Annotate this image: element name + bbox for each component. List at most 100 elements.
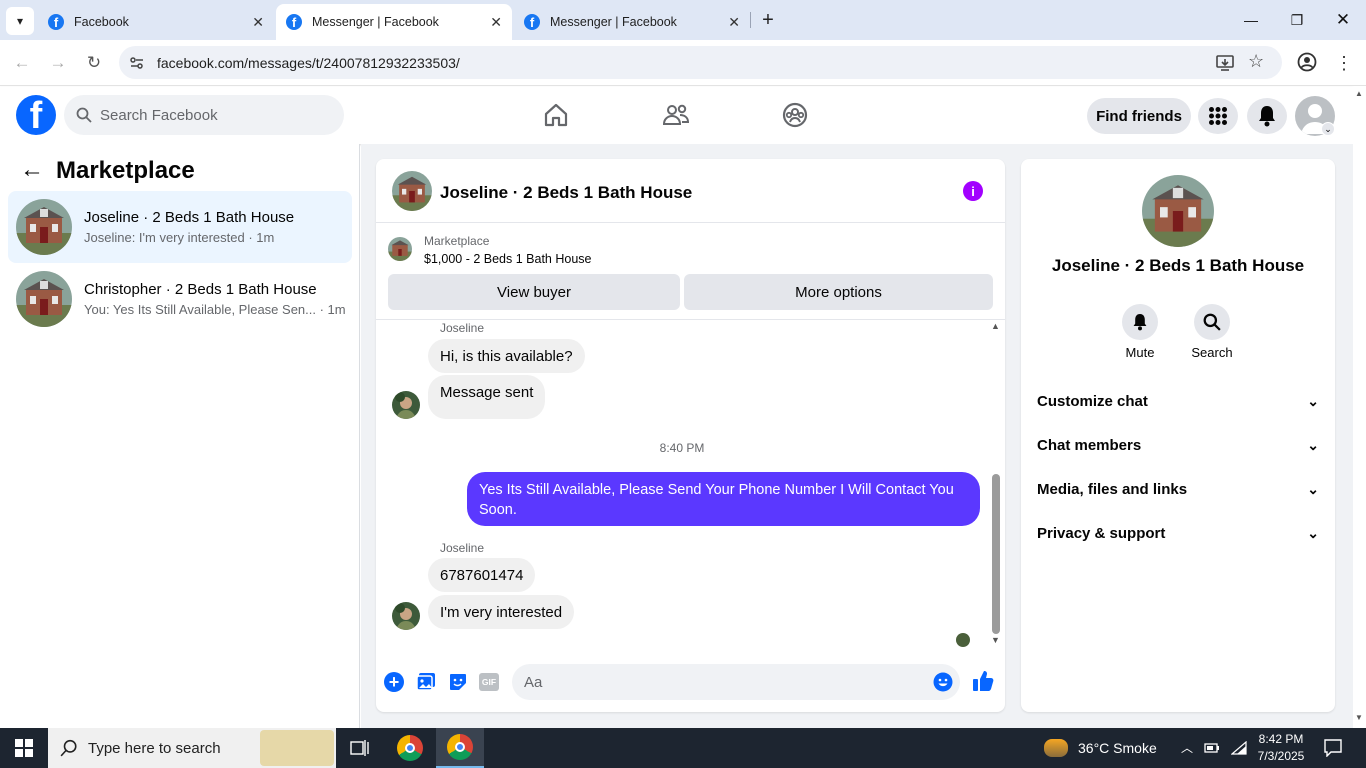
close-window-icon[interactable]: ✕: [1320, 0, 1366, 40]
close-tab-icon[interactable]: ✕: [728, 14, 740, 31]
facebook-search-input[interactable]: Search Facebook: [64, 95, 344, 135]
house-thumbnail: [16, 199, 72, 255]
message-input[interactable]: Aa: [512, 664, 960, 700]
sender-avatar[interactable]: [392, 602, 420, 630]
page-scrollbar[interactable]: ▲ ▼: [1353, 87, 1366, 728]
browser-menu-icon[interactable]: ⋮: [1331, 50, 1357, 76]
battery-icon[interactable]: [1204, 741, 1220, 755]
search-icon: [76, 107, 92, 123]
chat-panel: Joseline · 2 Beds 1 Bath House i Marketp…: [376, 159, 1005, 712]
minimize-icon[interactable]: —: [1228, 0, 1274, 40]
address-bar[interactable]: facebook.com/messages/t/2400781293223350…: [119, 46, 1282, 79]
notification-center-icon[interactable]: [1324, 739, 1342, 757]
find-friends-button[interactable]: Find friends: [1087, 98, 1191, 134]
listing-price[interactable]: $1,000 - 2 Beds 1 Bath House: [424, 252, 591, 266]
show-hidden-icons-icon[interactable]: ︿: [1181, 739, 1193, 756]
close-tab-icon[interactable]: ✕: [252, 14, 264, 31]
chrome-taskbar-icon-active[interactable]: [436, 728, 484, 768]
scroll-thumb[interactable]: [992, 474, 1000, 634]
section-label: Chat members: [1037, 436, 1142, 454]
forward-icon[interactable]: →: [45, 50, 71, 76]
view-buyer-button[interactable]: View buyer: [388, 274, 680, 310]
close-tab-icon[interactable]: ✕: [490, 14, 502, 31]
groups-icon[interactable]: [781, 101, 809, 129]
chat-title[interactable]: Joseline · 2 Beds 1 Bath House: [440, 183, 692, 203]
mute-label: Mute: [1125, 345, 1155, 360]
notifications-button[interactable]: [1247, 98, 1287, 134]
chat-header: Joseline · 2 Beds 1 Bath House i: [376, 159, 1005, 223]
media-files-links-item[interactable]: Media, files and links ⌄: [1037, 467, 1319, 511]
add-attachment-icon[interactable]: +: [384, 672, 404, 692]
account-chevron-icon[interactable]: ⌄: [1321, 122, 1335, 136]
browser-tab-messenger-active[interactable]: f Messenger | Facebook ✕: [276, 4, 512, 40]
wifi-icon[interactable]: [1231, 741, 1247, 755]
chevron-down-icon: ⌄: [1307, 524, 1319, 541]
taskbar-search-input[interactable]: Type here to search: [48, 728, 336, 768]
tab-title: Messenger | Facebook: [550, 15, 677, 29]
chrome-taskbar-icon[interactable]: [386, 728, 434, 768]
clock[interactable]: 8:42 PM 7/3/2025: [1255, 731, 1307, 765]
chat-header-avatar[interactable]: [392, 171, 432, 211]
task-view-icon[interactable]: [350, 739, 370, 757]
friends-icon[interactable]: [662, 101, 690, 129]
thumbs-up-icon[interactable]: [972, 669, 994, 693]
new-tab-icon[interactable]: +: [755, 7, 781, 33]
tab-search-icon[interactable]: ▾: [6, 7, 34, 35]
restore-icon[interactable]: ❐: [1274, 0, 1320, 40]
reload-icon[interactable]: ↻: [81, 50, 107, 76]
privacy-support-item[interactable]: Privacy & support ⌄: [1037, 511, 1319, 555]
sender-avatar[interactable]: [392, 391, 420, 419]
back-arrow-icon[interactable]: ←: [20, 156, 44, 184]
scroll-down-icon[interactable]: ▼: [991, 635, 1000, 645]
weather-widget[interactable]: 36°C Smoke: [1044, 728, 1157, 768]
conversation-item-christopher[interactable]: Christopher · 2 Beds 1 Bath House You: Y…: [8, 263, 352, 335]
info-icon[interactable]: i: [963, 181, 983, 201]
back-icon[interactable]: ←: [9, 50, 35, 76]
facebook-logo-icon[interactable]: f: [16, 95, 56, 135]
incoming-message[interactable]: I'm very interested: [428, 595, 575, 629]
install-app-icon[interactable]: [1216, 54, 1234, 72]
conversation-item-joseline[interactable]: Joseline · 2 Beds 1 Bath House Joseline:…: [8, 191, 352, 263]
url-text: facebook.com/messages/t/2400781293223350…: [157, 55, 460, 71]
gif-icon[interactable]: GIF: [479, 673, 499, 691]
home-icon[interactable]: [542, 101, 570, 129]
windows-start-icon[interactable]: [15, 739, 33, 757]
incoming-message[interactable]: 6787601474: [428, 558, 536, 592]
facebook-favicon-icon: f: [524, 14, 540, 30]
chat-members-item[interactable]: Chat members ⌄: [1037, 423, 1319, 467]
chevron-down-icon: ⌄: [1307, 436, 1319, 453]
search-placeholder: Search Facebook: [100, 106, 218, 124]
page-scroll-down-icon[interactable]: ▼: [1355, 713, 1363, 722]
section-label: Privacy & support: [1037, 524, 1166, 542]
sticker-icon[interactable]: [448, 672, 468, 692]
emoji-icon[interactable]: [933, 672, 953, 692]
menu-grid-button[interactable]: [1198, 98, 1238, 134]
scroll-up-icon[interactable]: ▲: [991, 321, 1000, 331]
outgoing-message[interactable]: Yes Its Still Available, Please Send You…: [467, 472, 980, 526]
mute-button[interactable]: [1122, 304, 1158, 340]
chevron-down-icon: ⌄: [1307, 480, 1319, 497]
photo-icon[interactable]: [416, 672, 436, 692]
browser-toolbar: ← → ↻ facebook.com/messages/t/2400781293…: [0, 40, 1366, 86]
search-icon: [60, 739, 77, 757]
conversation-name: Christopher · 2 Beds 1 Bath House: [84, 281, 317, 298]
message-timestamp: 8:40 PM: [659, 441, 705, 455]
chat-scrollbar[interactable]: ▲ ▼: [990, 321, 1002, 651]
more-options-button[interactable]: More options: [684, 274, 993, 310]
listing-thumbnail[interactable]: [388, 237, 412, 261]
bookmark-star-icon[interactable]: ☆: [1248, 51, 1264, 72]
browser-tab-facebook[interactable]: f Facebook ✕: [38, 4, 274, 40]
listing-card: Marketplace $1,000 - 2 Beds 1 Bath House…: [376, 223, 1005, 320]
search-in-chat-button[interactable]: [1194, 304, 1230, 340]
site-settings-icon[interactable]: [129, 55, 145, 71]
conversation-name: Joseline · 2 Beds 1 Bath House: [84, 209, 295, 226]
profile-icon[interactable]: [1297, 52, 1317, 72]
bell-icon: [1133, 314, 1147, 331]
customize-chat-item[interactable]: Customize chat ⌄: [1037, 379, 1319, 423]
details-avatar[interactable]: [1142, 175, 1214, 247]
incoming-message[interactable]: Hi, is this available?: [428, 339, 585, 373]
page-scroll-up-icon[interactable]: ▲: [1355, 89, 1363, 98]
browser-tab-messenger[interactable]: f Messenger | Facebook ✕: [514, 4, 750, 40]
incoming-message[interactable]: Message sent: [428, 375, 546, 419]
grid-menu-icon: [1209, 107, 1227, 125]
